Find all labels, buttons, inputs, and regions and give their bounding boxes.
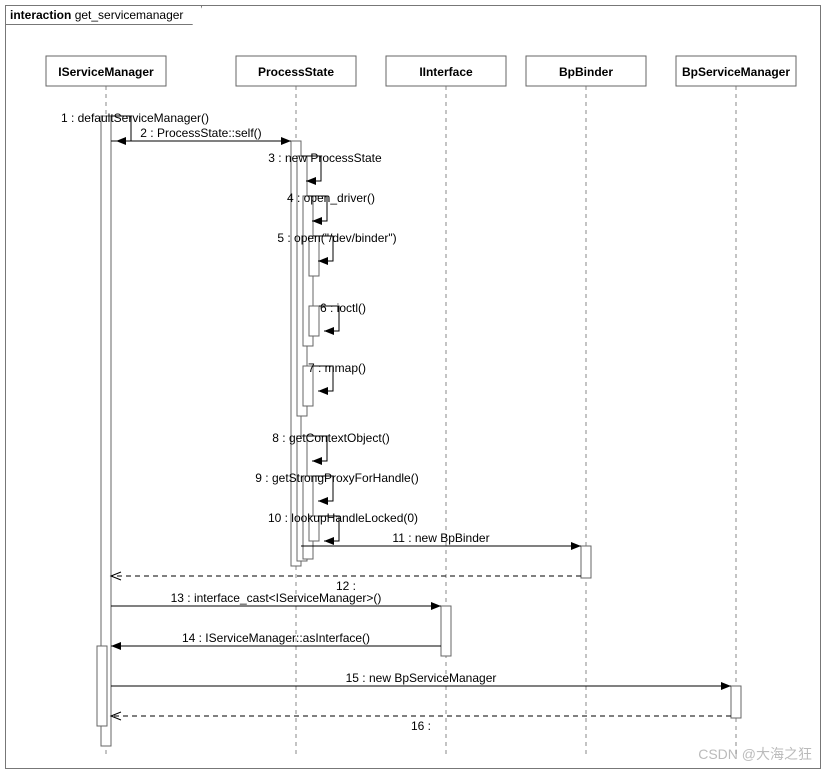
frame-label: interaction get_servicemanager [6,6,202,25]
participant-label-PS: ProcessState [258,65,334,79]
arrowhead [318,387,328,395]
msg-label-7: 7 : mmap() [308,361,366,375]
msg-label-6: 6 : ioctl() [320,301,366,315]
participant-label-BSM: BpServiceManager [682,65,790,79]
frame-kind: interaction [10,8,71,22]
msg-label-15: 15 : new BpServiceManager [346,671,497,685]
activation-bar [441,606,451,656]
msg-label-9: 9 : getStrongProxyForHandle() [255,471,418,485]
activation-bar [97,646,107,726]
participant-label-ISM: IServiceManager [58,65,154,79]
msg-label-1: 1 : defaultServiceManager() [61,111,209,125]
activation-bar [309,306,319,336]
msg-label-2: 2 : ProcessState::self() [140,126,261,140]
activation-bar [581,546,591,578]
sequence-diagram: IServiceManager ProcessState IInterface BpB… [6,6,822,770]
msg-label-13: 13 : interface_cast<IServiceManager>() [171,591,382,605]
arrowhead [571,542,581,550]
arrowhead [324,327,334,335]
msg-label-5: 5 : open("/dev/binder") [277,231,396,245]
msg-label-14: 14 : IServiceManager::asInterface() [182,631,370,645]
arrowhead [281,137,291,145]
arrowhead [324,537,334,545]
msg-label-8: 8 : getContextObject() [272,431,389,445]
activation-bar [731,686,741,718]
arrowhead [312,457,322,465]
msg-label-11: 11 : new BpBinder [392,531,489,545]
participant-label-BPB: BpBinder [559,65,613,79]
arrowhead [431,602,441,610]
msg-label-16: 16 : [411,719,431,733]
arrowhead [318,497,328,505]
frame-name: get_servicemanager [75,8,184,22]
sequence-frame: interaction get_servicemanager IServiceM… [5,5,821,769]
msg-label-10: 10 : lookupHandleLocked(0) [268,511,418,525]
msg-label-3: 3 : new ProcessState [268,151,382,165]
arrowhead [721,682,731,690]
arrowhead [111,642,121,650]
watermark: CSDN @大海之狂 [698,744,812,764]
msg-label-4: 4 : open_driver() [287,191,375,205]
participant-label-II: IInterface [419,65,473,79]
